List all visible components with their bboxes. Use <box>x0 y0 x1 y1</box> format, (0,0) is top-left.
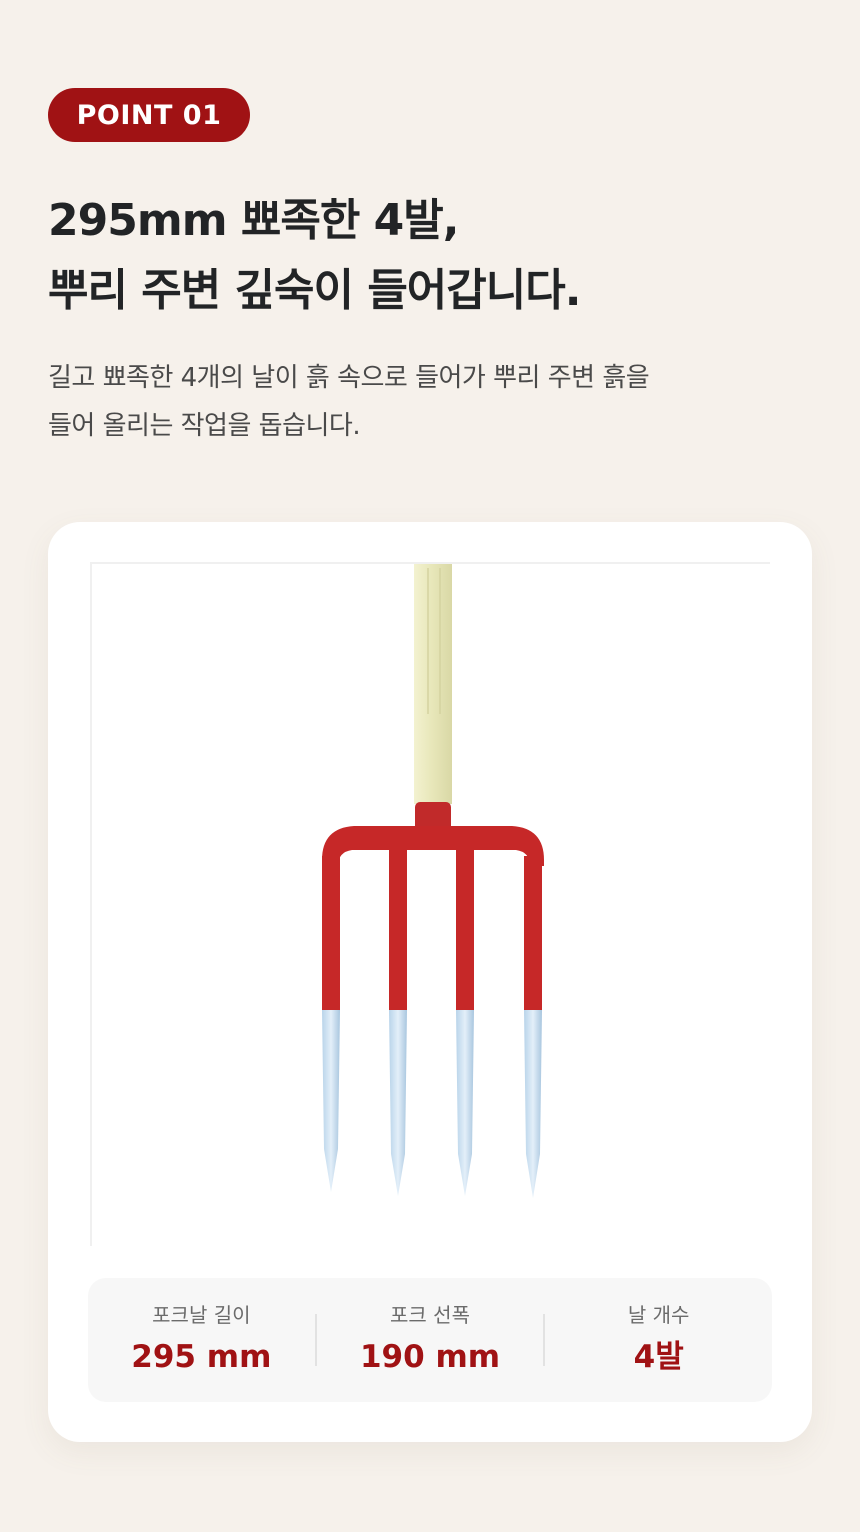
point-badge: POINT 01 <box>48 88 250 142</box>
spec-tine-count: 날 개수 4발 <box>545 1301 772 1379</box>
description: 길고 뾰족한 4개의 날이 흙 속으로 들어가 뿌리 주변 흙을 들어 올리는 … <box>48 354 828 450</box>
spec-label: 포크날 길이 <box>152 1303 251 1327</box>
fork-tine-3-red <box>456 846 474 1011</box>
headline-line-1: 295mm 뾰족한 4발, <box>48 195 459 246</box>
fork-tine-1-red <box>322 856 340 1011</box>
description-line-2: 들어 올리는 작업을 돕습니다. <box>48 411 361 441</box>
fork-handle <box>414 564 452 804</box>
fork-tine-2-steel <box>389 1010 407 1196</box>
spec-label: 날 개수 <box>627 1303 690 1327</box>
fork-crossbar <box>322 826 544 866</box>
fork-tine-4-steel <box>524 1010 542 1198</box>
spec-value: 4발 <box>633 1339 684 1375</box>
spec-fork-width: 포크 선폭 190 mm <box>317 1301 544 1379</box>
spec-fork-length: 포크날 길이 295 mm <box>88 1301 315 1379</box>
headline: 295mm 뾰족한 4발, 뿌리 주변 깊숙이 들어갑니다. <box>48 186 828 326</box>
fork-tine-3-steel <box>456 1010 474 1196</box>
fork-tine-4-red <box>524 856 542 1011</box>
fork-icon <box>322 564 544 1198</box>
fork-tine-1-steel <box>322 1010 340 1192</box>
product-card: 포크날 길이 295 mm 포크 선폭 190 mm 날 개수 4발 <box>48 522 812 1442</box>
spec-value: 295 mm <box>131 1339 272 1375</box>
spec-panel: 포크날 길이 295 mm 포크 선폭 190 mm 날 개수 4발 <box>88 1278 772 1402</box>
product-photo <box>90 562 770 1246</box>
spec-label: 포크 선폭 <box>390 1303 470 1327</box>
fork-tine-2-red <box>389 846 407 1011</box>
headline-line-2: 뿌리 주변 깊숙이 들어갑니다. <box>48 265 581 316</box>
spec-value: 190 mm <box>359 1339 501 1375</box>
description-line-1: 길고 뾰족한 4개의 날이 흙 속으로 들어가 뿌리 주변 흙을 <box>48 363 650 393</box>
